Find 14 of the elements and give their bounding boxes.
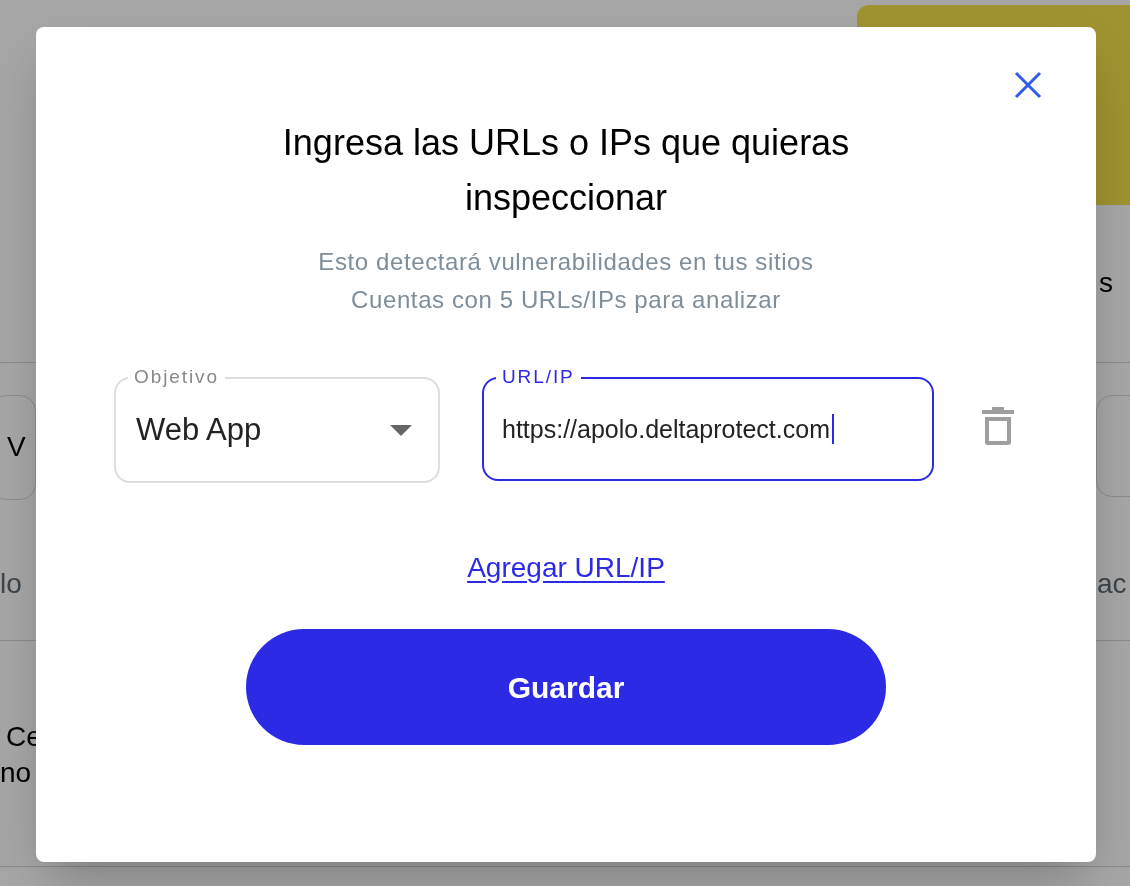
save-button[interactable]: Guardar [246, 629, 886, 745]
close-icon [1013, 70, 1043, 100]
add-url-link[interactable]: Agregar URL/IP [467, 547, 665, 589]
background-text: no [0, 756, 32, 790]
dialog-title: Ingresa las URLs o IPs que quieras inspeccionar [281, 121, 851, 220]
trash-icon[interactable] [982, 407, 1014, 445]
subtitle-text: Esto detectará vulnerabilidades en tus sitios [318, 247, 814, 277]
dropdown-arrow-icon [390, 424, 412, 436]
background-text: V [7, 430, 26, 464]
background-text: s [1099, 266, 1113, 300]
background-text: lo [0, 567, 22, 601]
subtitle-text: Cuentas con 5 URLs/IPs para analizar [351, 285, 781, 315]
background-text: ac [1097, 567, 1127, 601]
field-label: Objetivo [128, 367, 225, 387]
